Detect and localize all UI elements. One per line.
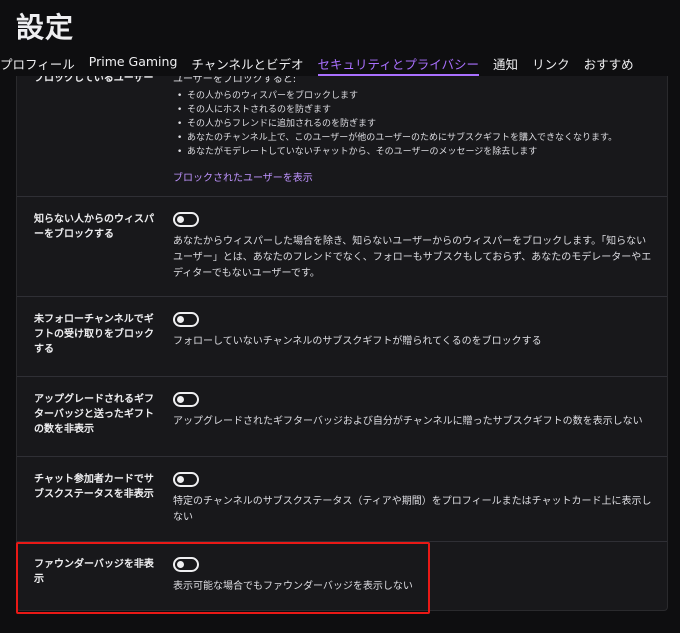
setting-label: 未フォローチャンネルでギフトの受け取りをブロックする — [34, 314, 154, 355]
toggle-knob — [177, 396, 184, 403]
setting-row-hide-founder-badge: ファウンダーバッジを非表示 表示可能な場合でもファウンダーバッジを表示しない — [17, 542, 667, 610]
setting-row-block-gifts: 未フォローチャンネルでギフトの受け取りをブロックする フォローしていないチャンネ… — [17, 297, 667, 377]
tab-connections[interactable]: リンク — [532, 52, 570, 76]
tab-recommendations[interactable]: おすすめ — [584, 52, 634, 76]
tab-profile[interactable]: プロフィール — [0, 52, 75, 76]
blocked-users-intro: ユーザーをブロックすると: — [173, 76, 297, 85]
settings-tabs: プロフィール Prime Gaming チャンネルとビデオ セキュリティとプライ… — [0, 52, 648, 76]
list-item: その人からフレンドに追加されるのを防ぎます — [173, 117, 653, 131]
setting-description: あなたからウィスパーした場合を除き、知らないユーザーからのウィスパーをブロックし… — [173, 236, 652, 279]
list-item: あなたのチャンネル上で、このユーザーが他のユーザーのためにサブスクギフトを購入で… — [173, 131, 653, 145]
list-item: その人にホストされるのを防ぎます — [173, 103, 653, 117]
tab-security-and-privacy[interactable]: セキュリティとプライバシー — [317, 52, 480, 76]
blocked-users-label: ブロックしているユーザー — [34, 76, 154, 84]
list-item: あなたがモデレートしていないチャットから、そのユーザーのメッセージを除去します — [173, 145, 653, 159]
page-title: 設定 — [16, 11, 75, 44]
setting-description: 表示可能な場合でもファウンダーバッジを表示しない — [173, 581, 413, 592]
view-blocked-users-link[interactable]: ブロックされたユーザーを表示 — [173, 169, 313, 184]
toggle-knob — [177, 476, 184, 483]
blocked-users-row: ブロックしているユーザー ユーザーをブロックすると: その人からのウィスパーをブ… — [17, 76, 667, 197]
toggle-knob — [177, 316, 184, 323]
toggle-knob — [177, 216, 184, 223]
tab-notifications[interactable]: 通知 — [493, 52, 518, 76]
toggle-knob — [177, 561, 184, 568]
setting-label: アップグレードされるギフターバッジと送ったギフトの数を非表示 — [34, 394, 154, 435]
setting-row-block-whispers: 知らない人からのウィスパーをブロックする あなたからウィスパーした場合を除き、知… — [17, 197, 667, 297]
setting-row-hide-sub-status: チャット参加者カードでサブスクステータスを非表示 特定のチャンネルのサブスクステ… — [17, 457, 667, 542]
setting-label: チャット参加者カードでサブスクステータスを非表示 — [34, 474, 154, 500]
setting-row-hide-gifter-badge: アップグレードされるギフターバッジと送ったギフトの数を非表示 アップグレードされ… — [17, 377, 667, 457]
setting-description: アップグレードされたギフターバッジおよび自分がチャンネルに贈ったサブスクギフトの… — [173, 416, 643, 427]
setting-label: ファウンダーバッジを非表示 — [34, 559, 154, 585]
setting-description: 特定のチャンネルのサブスクステータス（ティアや期間）をプロフィールまたはチャット… — [173, 496, 652, 523]
hide-sub-status-toggle[interactable] — [173, 472, 199, 487]
list-item: その人からのウィスパーをブロックします — [173, 89, 653, 103]
block-whispers-toggle[interactable] — [173, 212, 199, 227]
tab-prime-gaming[interactable]: Prime Gaming — [89, 52, 178, 76]
block-gifts-toggle[interactable] — [173, 312, 199, 327]
hide-founder-badge-toggle[interactable] — [173, 557, 199, 572]
setting-label: 知らない人からのウィスパーをブロックする — [34, 214, 154, 240]
privacy-settings-card: ブロックしているユーザー ユーザーをブロックすると: その人からのウィスパーをブ… — [16, 76, 668, 611]
setting-description: フォローしていないチャンネルのサブスクギフトが贈られてくるのをブロックする — [173, 336, 542, 347]
blocked-users-effects-list: その人からのウィスパーをブロックします その人にホストされるのを防ぎます その人… — [173, 89, 653, 159]
tab-channel-and-videos[interactable]: チャンネルとビデオ — [191, 52, 303, 76]
hide-gifter-badge-toggle[interactable] — [173, 392, 199, 407]
